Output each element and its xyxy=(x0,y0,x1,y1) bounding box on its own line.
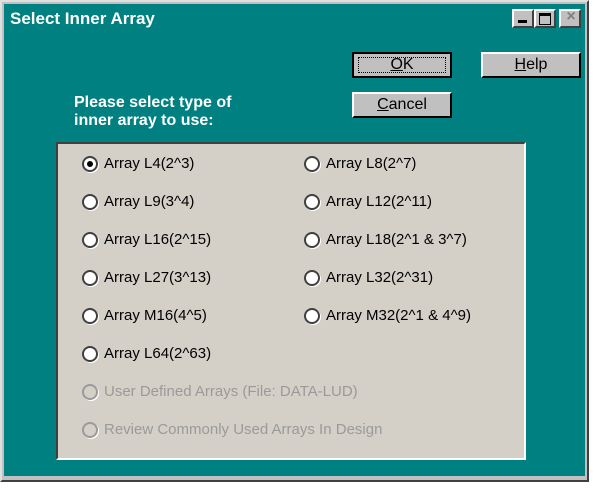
option-label: Review Commonly Used Arrays In Design xyxy=(104,421,383,438)
option-label: Array L64(2^63) xyxy=(104,345,212,362)
radio-button-icon xyxy=(82,270,98,286)
option-label: Array L18(2^1 & 3^7) xyxy=(326,231,467,248)
option-label: Array L16(2^15) xyxy=(104,231,212,248)
radio-button-icon xyxy=(82,422,98,438)
option-label: Array M16(4^5) xyxy=(104,307,207,324)
help-button[interactable]: Help xyxy=(481,52,581,78)
option-label: Array L32(2^31) xyxy=(326,269,434,286)
cancel-button[interactable]: Cancel xyxy=(352,92,452,118)
dialog-window: Select Inner Array × OK Help Cancel Plea… xyxy=(0,0,589,482)
radio-button-icon xyxy=(304,270,320,286)
radio-button-icon xyxy=(82,156,98,172)
option-label: Array L12(2^11) xyxy=(326,193,432,210)
radio-button-icon xyxy=(304,156,320,172)
option-label: Array M32(2^1 & 4^9) xyxy=(326,307,471,324)
title-bar[interactable]: Select Inner Array × xyxy=(4,4,585,32)
prompt-text: Please select type of inner array to use… xyxy=(74,94,314,130)
option-label: Array L27(3^13) xyxy=(104,269,212,286)
radio-button-icon xyxy=(304,232,320,248)
prompt-line-1: Please select type of xyxy=(74,94,232,111)
ok-button-label: OK xyxy=(358,57,446,73)
dialog-client-area: OK Help Cancel Please select type of inn… xyxy=(4,32,585,476)
radio-button-icon xyxy=(82,194,98,210)
radio-button-icon xyxy=(304,194,320,210)
option-label: Array L4(2^3) xyxy=(104,155,195,172)
close-button[interactable]: × xyxy=(559,8,581,28)
option-label: Array L8(2^7) xyxy=(326,155,417,172)
option-label: Array L9(3^4) xyxy=(104,193,195,210)
radio-button-icon xyxy=(82,308,98,324)
maximize-button[interactable] xyxy=(534,9,556,28)
prompt-line-2: inner array to use: xyxy=(74,112,214,129)
close-icon: × xyxy=(566,8,576,25)
minimize-button[interactable] xyxy=(512,9,534,28)
ok-button[interactable]: OK xyxy=(352,52,452,78)
radio-button-icon xyxy=(82,384,98,400)
radio-button-icon xyxy=(304,308,320,324)
radio-button-icon xyxy=(82,346,98,362)
window-title: Select Inner Array xyxy=(10,9,155,28)
radio-button-icon xyxy=(82,232,98,248)
option-label: User Defined Arrays (File: DATA-LUD) xyxy=(104,383,358,400)
array-options-group: Array L4(2^3) Array L8(2^7) Array L9(3^4… xyxy=(56,142,526,460)
